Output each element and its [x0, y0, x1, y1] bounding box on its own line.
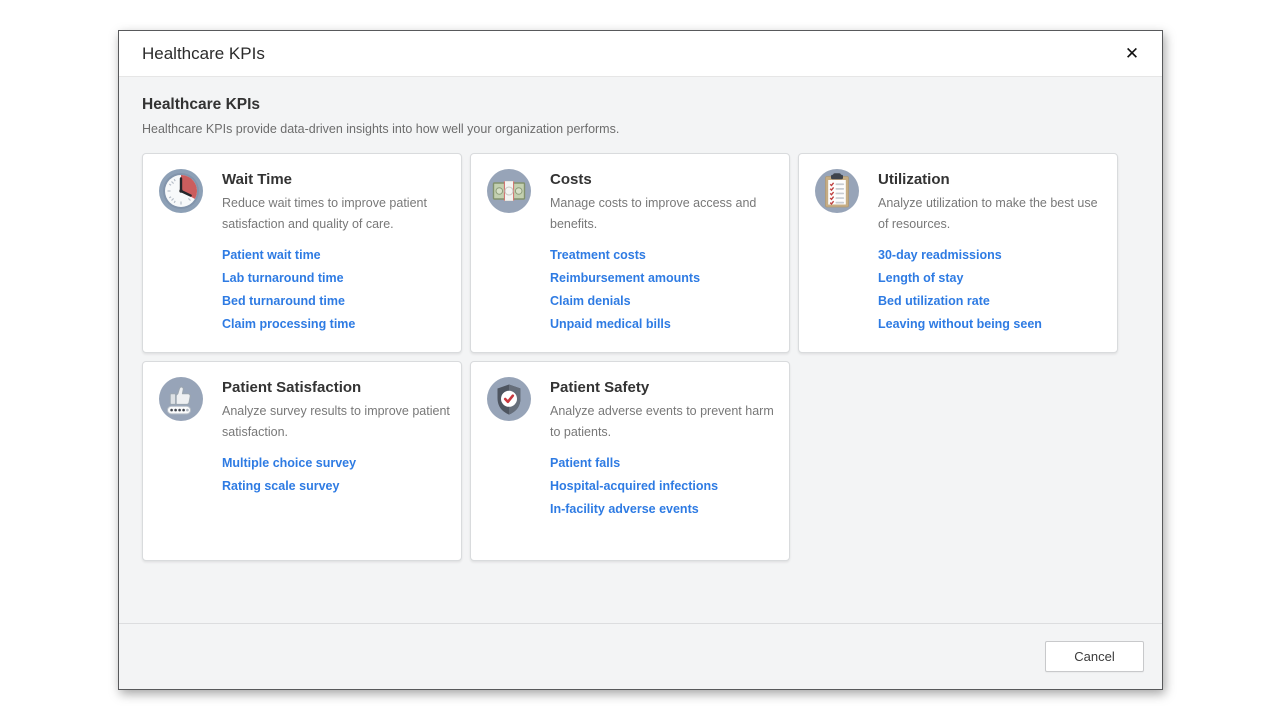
kpi-link-treatment-costs[interactable]: Treatment costs: [550, 248, 646, 262]
shield-check-icon: [487, 377, 531, 421]
kpi-link-reimbursement-amounts[interactable]: Reimbursement amounts: [550, 271, 700, 285]
kpi-link-list: Treatment costs Reimbursement amounts Cl…: [550, 248, 779, 331]
kpi-link-list: Patient falls Hospital-acquired infectio…: [550, 456, 779, 516]
kpi-link-patient-wait-time[interactable]: Patient wait time: [222, 248, 321, 262]
dialog-titlebar: Healthcare KPIs ✕: [119, 31, 1162, 77]
card-description: Analyze adverse events to prevent harm t…: [550, 401, 779, 443]
banknote-icon: [487, 169, 531, 213]
kpi-link-list: 30-day readmissions Length of stay Bed u…: [878, 248, 1107, 331]
kpi-link-claim-denials[interactable]: Claim denials: [550, 294, 631, 308]
kpi-card-wait-time: Wait Time Reduce wait times to improve p…: [142, 153, 462, 353]
healthcare-kpis-dialog: Healthcare KPIs ✕ Healthcare KPIs Health…: [118, 30, 1163, 690]
card-description: Manage costs to improve access and benef…: [550, 193, 779, 235]
kpi-link-rating-scale-survey[interactable]: Rating scale survey: [222, 479, 339, 493]
kpi-link-lab-turnaround-time[interactable]: Lab turnaround time: [222, 271, 344, 285]
card-title: Costs: [550, 171, 779, 188]
kpi-link-list: Multiple choice survey Rating scale surv…: [222, 456, 451, 493]
dialog-body: Healthcare KPIs Healthcare KPIs provide …: [119, 77, 1162, 561]
close-icon[interactable]: ✕: [1118, 40, 1146, 68]
card-description: Analyze utilization to make the best use…: [878, 193, 1107, 235]
dialog-title: Healthcare KPIs: [142, 44, 1118, 64]
card-title: Utilization: [878, 171, 1107, 188]
checklist-icon: [815, 169, 859, 213]
card-title: Wait Time: [222, 171, 451, 188]
kpi-link-leaving-without-being-seen[interactable]: Leaving without being seen: [878, 317, 1042, 331]
kpi-card-utilization: Utilization Analyze utilization to make …: [798, 153, 1118, 353]
kpi-link-bed-utilization-rate[interactable]: Bed utilization rate: [878, 294, 990, 308]
section-description: Healthcare KPIs provide data-driven insi…: [142, 122, 1139, 136]
kpi-card-patient-satisfaction: Patient Satisfaction Analyze survey resu…: [142, 361, 462, 561]
kpi-link-bed-turnaround-time[interactable]: Bed turnaround time: [222, 294, 345, 308]
kpi-link-unpaid-medical-bills[interactable]: Unpaid medical bills: [550, 317, 671, 331]
kpi-card-grid: Wait Time Reduce wait times to improve p…: [142, 153, 1139, 561]
card-description: Reduce wait times to improve patient sat…: [222, 193, 451, 235]
kpi-link-hospital-acquired-infections[interactable]: Hospital-acquired infections: [550, 479, 718, 493]
card-title: Patient Satisfaction: [222, 379, 451, 396]
kpi-link-list: Patient wait time Lab turnaround time Be…: [222, 248, 451, 331]
kpi-link-claim-processing-time[interactable]: Claim processing time: [222, 317, 355, 331]
kpi-card-costs: Costs Manage costs to improve access and…: [470, 153, 790, 353]
kpi-link-patient-falls[interactable]: Patient falls: [550, 456, 620, 470]
cancel-button[interactable]: Cancel: [1045, 641, 1144, 672]
kpi-link-30-day-readmissions[interactable]: 30-day readmissions: [878, 248, 1002, 262]
card-title: Patient Safety: [550, 379, 779, 396]
kpi-link-in-facility-adverse-events[interactable]: In-facility adverse events: [550, 502, 699, 516]
kpi-link-multiple-choice-survey[interactable]: Multiple choice survey: [222, 456, 356, 470]
kpi-card-patient-safety: Patient Safety Analyze adverse events to…: [470, 361, 790, 561]
section-heading: Healthcare KPIs: [142, 96, 1139, 114]
dialog-footer: Cancel: [119, 623, 1162, 689]
thumbs-up-icon: [159, 377, 203, 421]
card-description: Analyze survey results to improve patien…: [222, 401, 451, 443]
empty-grid-cell: [798, 361, 1118, 561]
kpi-link-length-of-stay[interactable]: Length of stay: [878, 271, 963, 285]
clock-icon: [159, 169, 203, 213]
